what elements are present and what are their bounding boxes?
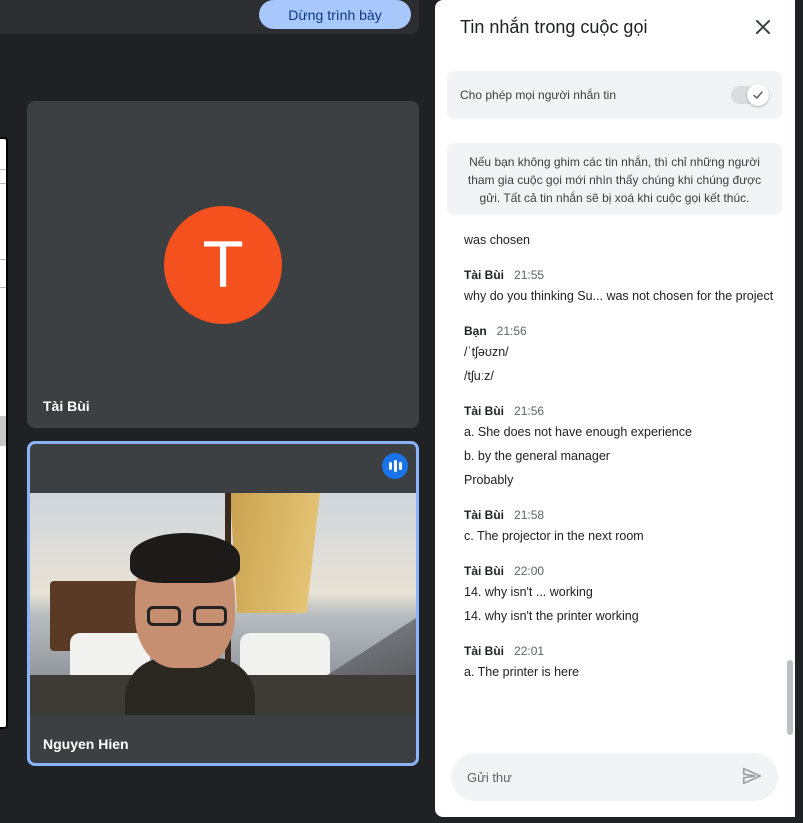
message-time: 21:56 (496, 324, 527, 338)
divider (0, 259, 6, 260)
message-text: a. The printer is here (464, 665, 580, 679)
message-group: Tài Bùi 21:55 why do you thinking Su... wa… (464, 264, 774, 307)
message-time: 22:01 (514, 644, 545, 658)
participant-name: Nguyen Hien (43, 736, 129, 752)
message-group: Tài Bùi 22:01 a. The printer is here (464, 640, 774, 683)
video-person-glasses (147, 606, 229, 626)
toggle-knob (747, 84, 769, 106)
allow-messages-toggle[interactable] (731, 83, 769, 107)
chat-scrollbar[interactable] (787, 660, 793, 735)
message-text: c. The projector in the next room (464, 529, 644, 543)
message-header: Bạn 21:56 (464, 320, 774, 342)
message-time: 21:56 (514, 404, 545, 418)
allow-messages-label: Cho phép mọi người nhắn tin (460, 88, 616, 102)
message-text: why do you thinking Su... was not chosen… (464, 289, 774, 303)
message-time: 22:00 (514, 564, 545, 578)
message-time: 21:55 (514, 268, 545, 282)
message-text: /ˈtʃəʊzn/ (464, 345, 509, 359)
send-icon (742, 767, 762, 785)
participant-tile-active[interactable]: Nguyen Hien (27, 441, 419, 766)
message-text: 14. why isn't the printer working (464, 609, 639, 623)
message-list: was chosen Tài Bùi 21:55 why do you thinkin… (464, 230, 774, 730)
audio-level-icon (382, 453, 408, 479)
message-sender: Tài Bùi (464, 404, 505, 418)
message-text: b. by the general manager (464, 449, 610, 463)
message-group: Tài Bùi 21:56 a. She does not have enough … (464, 400, 774, 491)
close-icon (756, 20, 770, 34)
message-header: Tài Bùi 22:00 (464, 560, 774, 582)
check-icon (753, 91, 763, 99)
chat-panel: Tin nhắn trong cuộc gọi Cho phép mọi ngư… (435, 0, 795, 817)
send-button[interactable] (741, 765, 765, 789)
message-text: 14. why isn't ... working (464, 585, 593, 599)
message-sender: Tài Bùi (464, 644, 505, 658)
message-header: Tài Bùi 21:58 (464, 504, 774, 526)
message-group: was chosen (464, 230, 774, 251)
screen-share-block (0, 416, 6, 446)
message-group: Tài Bùi 21:58 c. The projector in the next… (464, 504, 774, 547)
message-sender: Tài Bùi (464, 508, 505, 522)
panel-title: Tin nhắn trong cuộc gọi (460, 17, 648, 37)
participant-video (30, 493, 416, 715)
message-group: Bạn 21:56/ˈtʃəʊzn/ /tʃuːz/ (464, 320, 774, 387)
compose-box (451, 753, 778, 801)
message-input[interactable] (467, 753, 727, 801)
message-sender: Bạn (464, 324, 487, 338)
message-sender: Tài Bùi (464, 268, 505, 282)
message-text: was chosen (464, 233, 531, 247)
message-header: Tài Bùi 21:55 (464, 264, 774, 286)
presenting-bar: Dừng trình bày (0, 0, 419, 34)
message-text: a. She does not have enough experience (464, 425, 692, 439)
message-group: Tài Bùi 22:00 14. why isn't ... working 14.… (464, 560, 774, 627)
message-header: Tài Bùi 22:01 (464, 640, 774, 662)
divider (0, 287, 6, 288)
message-text: /tʃuːz/ (464, 369, 494, 383)
divider (0, 169, 6, 170)
message-header: Tài Bùi 21:56 (464, 400, 774, 422)
stop-presenting-button[interactable]: Dừng trình bày (259, 0, 411, 29)
participant-name: Tài Bùi (43, 398, 90, 414)
video-person-hair (130, 533, 240, 583)
message-sender: Tài Bùi (464, 564, 505, 578)
avatar: T (164, 206, 282, 324)
message-time: 21:58 (514, 508, 545, 522)
message-text: Probably (464, 473, 514, 487)
close-button[interactable] (750, 14, 776, 40)
participant-tile[interactable]: T Tài Bùi (27, 101, 419, 428)
video-sail (230, 493, 320, 613)
chat-notice: Nếu bạn không ghim các tin nhắn, thì chỉ… (447, 143, 782, 215)
screen-share-preview[interactable] (0, 137, 8, 729)
divider (0, 183, 6, 184)
allow-messages-row: Cho phép mọi người nhắn tin (447, 71, 782, 119)
